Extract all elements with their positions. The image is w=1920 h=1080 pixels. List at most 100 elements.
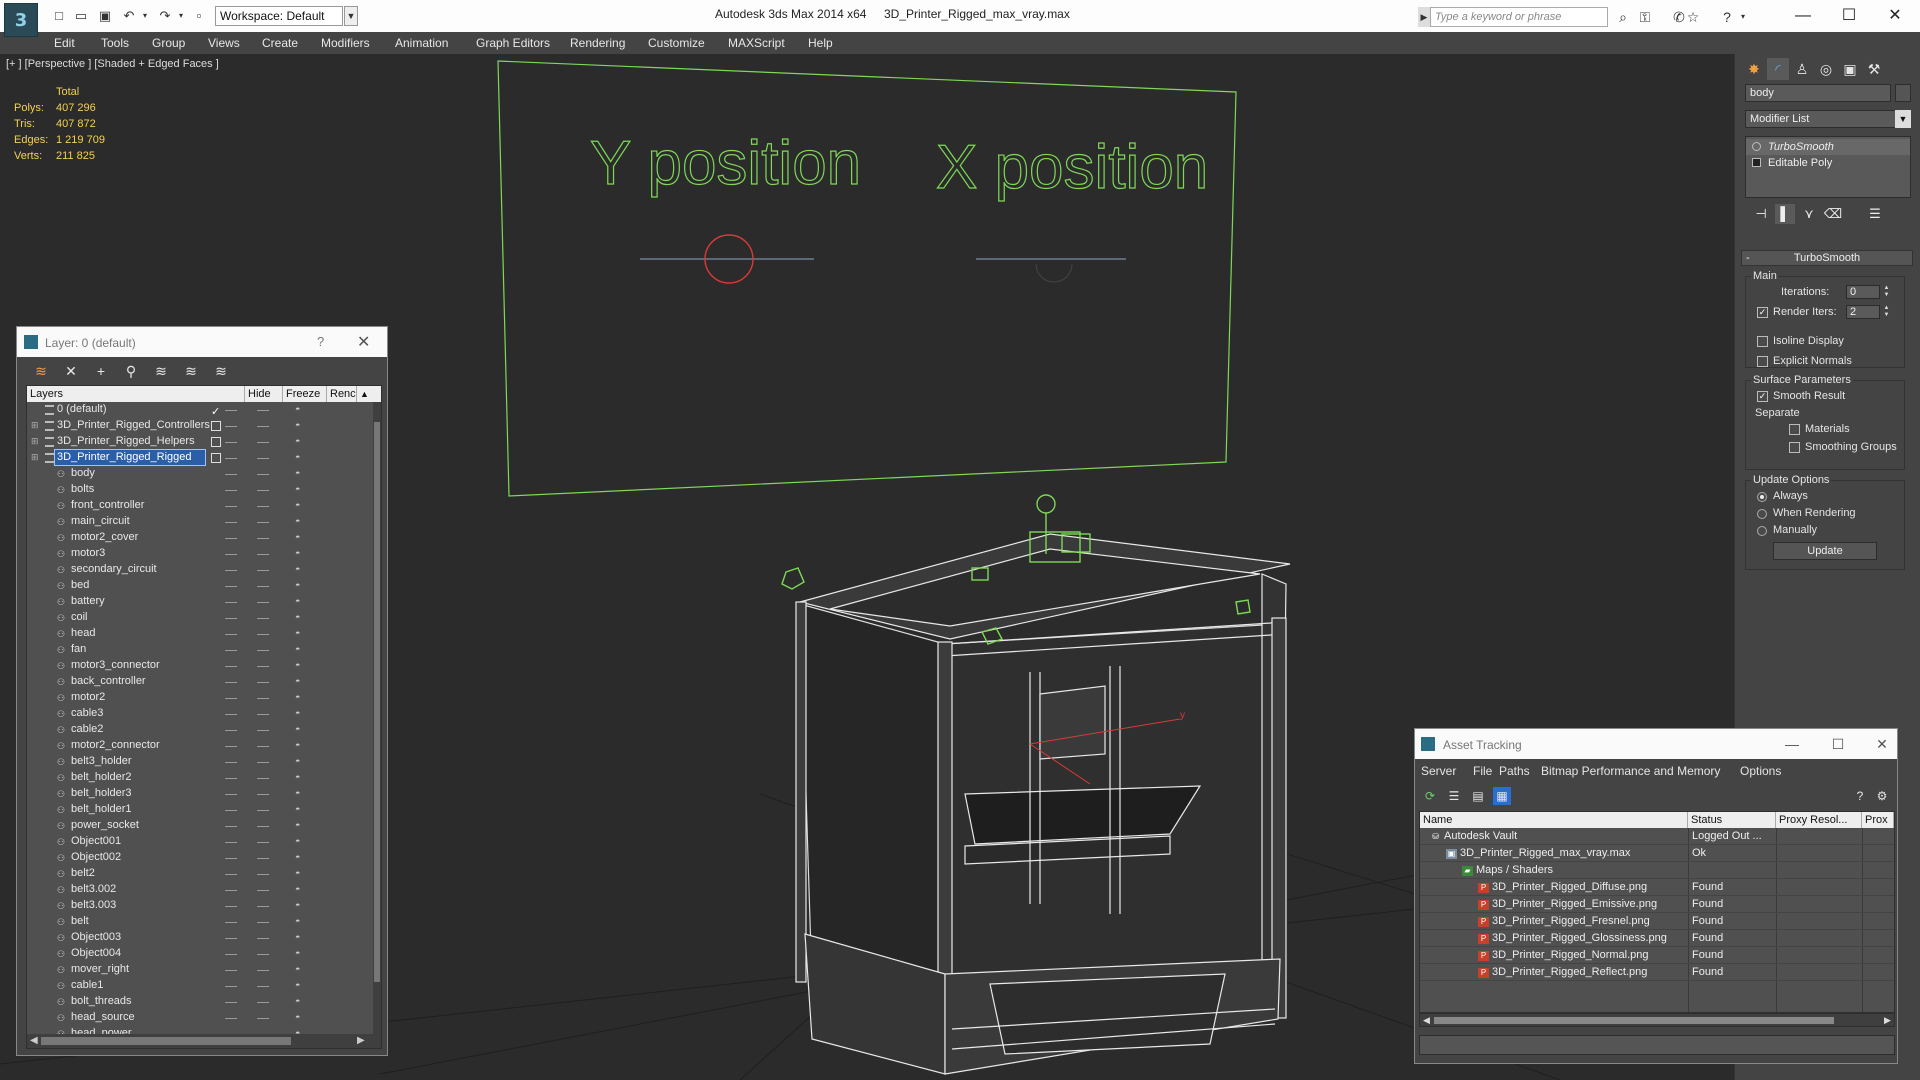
printer-wireframe[interactable] — [795, 533, 1291, 1075]
stack-item-turbosmooth[interactable]: TurboSmooth — [1746, 139, 1910, 155]
teapot-render-icon[interactable]: ◓ — [295, 725, 305, 734]
freeze-toggle[interactable] — [257, 938, 269, 939]
hide-toggle[interactable] — [225, 634, 237, 635]
freeze-toggle[interactable] — [257, 586, 269, 587]
layer-vertical-scrollbar[interactable] — [373, 402, 381, 1034]
freeze-toggle[interactable] — [257, 682, 269, 683]
iterations-spinner[interactable]: 0 — [1846, 285, 1880, 299]
freeze-toggle[interactable] — [257, 650, 269, 651]
teapot-render-icon[interactable]: ◓ — [295, 437, 305, 446]
object-row[interactable]: ⚇ bed ◓ — [27, 578, 373, 594]
spinner-arrows-icon[interactable]: ▲ ▼ — [1882, 305, 1891, 319]
object-name[interactable]: motor2 — [69, 690, 209, 705]
minimize-icon[interactable]: — — [1777, 734, 1807, 754]
ui-text-x[interactable]: X position — [935, 132, 1208, 202]
modify-tab-icon[interactable]: ◜ — [1767, 58, 1789, 80]
teapot-render-icon[interactable]: ◓ — [295, 597, 305, 606]
object-name[interactable]: motor2_connector — [69, 738, 209, 753]
binoculars-icon[interactable]: ⌕ — [1614, 8, 1632, 26]
menu-bitmap-performance[interactable]: Bitmap Performance and Memory — [1541, 764, 1720, 778]
object-row[interactable]: ⚇ Object004 ◓ — [27, 946, 373, 962]
freeze-toggle[interactable] — [257, 874, 269, 875]
freeze-toggle[interactable] — [257, 554, 269, 555]
create-tab-icon[interactable]: ✸ — [1743, 58, 1765, 80]
column-proxy[interactable]: Prox — [1862, 812, 1894, 828]
object-name[interactable]: belt3_holder — [69, 754, 209, 769]
chevron-down-icon[interactable]: ▼ — [344, 6, 358, 26]
column-render[interactable]: Renc — [327, 386, 357, 402]
teapot-render-icon[interactable]: ◓ — [295, 917, 305, 926]
hide-toggle[interactable] — [225, 794, 237, 795]
menu-views[interactable]: Views — [208, 36, 240, 50]
object-name[interactable]: head — [69, 626, 209, 641]
scroll-thumb[interactable] — [1434, 1017, 1834, 1024]
freeze-toggle[interactable] — [257, 794, 269, 795]
hide-toggle[interactable] — [225, 426, 237, 427]
render-iters-spinner[interactable]: 2 — [1846, 305, 1880, 319]
teapot-render-icon[interactable]: ◓ — [295, 1013, 305, 1022]
freeze-toggle[interactable] — [257, 458, 269, 459]
object-name[interactable]: belt_holder2 — [69, 770, 209, 785]
object-row[interactable]: ⚇ secondary_circuit ◓ — [27, 562, 373, 578]
teapot-render-icon[interactable]: ◓ — [295, 741, 305, 750]
hide-toggle[interactable] — [225, 570, 237, 571]
teapot-render-icon[interactable]: ◓ — [295, 869, 305, 878]
asset-row[interactable]: P 3D_Printer_Rigged_Normal.png Found — [1420, 947, 1894, 964]
asset-path-field[interactable] — [1419, 1035, 1895, 1055]
object-row[interactable]: ⚇ motor2 ◓ — [27, 690, 373, 706]
object-name[interactable]: bolt_threads — [69, 994, 209, 1009]
utilities-tab-icon[interactable]: ⚒ — [1863, 58, 1885, 80]
freeze-toggle[interactable] — [257, 538, 269, 539]
chevron-left-icon[interactable]: ◀ — [1423, 1015, 1430, 1026]
object-row[interactable]: ⚇ Object002 ◓ — [27, 850, 373, 866]
hide-toggle[interactable] — [225, 1018, 237, 1019]
object-name[interactable]: cable1 — [69, 978, 209, 993]
object-row[interactable]: ⚇ body ◓ — [27, 466, 373, 482]
freeze-all-layers-icon[interactable]: ≋ — [211, 361, 231, 381]
object-name[interactable]: Object004 — [69, 946, 209, 961]
hide-toggle[interactable] — [225, 1002, 237, 1003]
hide-toggle[interactable] — [225, 538, 237, 539]
asset-row[interactable]: P 3D_Printer_Rigged_Reflect.png Found — [1420, 964, 1894, 981]
hide-toggle[interactable] — [225, 986, 237, 987]
asset-dialog-titlebar[interactable]: Asset Tracking — ☐ ✕ — [1415, 729, 1897, 759]
freeze-toggle[interactable] — [257, 906, 269, 907]
new-file-icon[interactable]: □ — [50, 7, 68, 25]
object-name[interactable]: belt_holder3 — [69, 786, 209, 801]
app-menu-button[interactable]: 3 — [4, 3, 38, 37]
hide-toggle[interactable] — [225, 826, 237, 827]
freeze-toggle[interactable] — [257, 634, 269, 635]
menu-rendering[interactable]: Rendering — [570, 36, 625, 50]
hierarchy-tab-icon[interactable]: ♙ — [1791, 58, 1813, 80]
teapot-render-icon[interactable]: ◓ — [295, 965, 305, 974]
menu-group[interactable]: Group — [152, 36, 185, 50]
freeze-toggle[interactable] — [257, 698, 269, 699]
teapot-render-icon[interactable]: ◓ — [295, 421, 305, 430]
teapot-render-icon[interactable]: ◓ — [295, 933, 305, 942]
expand-icon[interactable]: ⊞ — [31, 436, 41, 446]
project-folder-icon[interactable]: ▫ — [190, 7, 208, 25]
object-row[interactable]: ⚇ power_socket ◓ — [27, 818, 373, 834]
menu-help[interactable]: Help — [808, 36, 833, 50]
object-row[interactable]: ⚇ motor2_cover ◓ — [27, 530, 373, 546]
object-name[interactable]: Object002 — [69, 850, 209, 865]
undo-dropdown-icon[interactable]: ▾ — [136, 7, 154, 25]
freeze-toggle[interactable] — [257, 922, 269, 923]
hide-toggle[interactable] — [225, 954, 237, 955]
spinner-arrows-icon[interactable]: ▲ ▼ — [1882, 285, 1891, 299]
layer-name[interactable]: 3D_Printer_Rigged_Rigged — [54, 449, 206, 466]
maximize-icon[interactable]: ☐ — [1826, 2, 1872, 30]
hide-toggle[interactable] — [225, 938, 237, 939]
favorites-star-icon[interactable]: ☆ — [1684, 8, 1702, 26]
remove-modifier-icon[interactable]: ⌫ — [1823, 204, 1843, 224]
select-objects-icon[interactable]: ⚲ — [121, 361, 141, 381]
object-row[interactable]: ⚇ belt3.003 ◓ — [27, 898, 373, 914]
hide-toggle[interactable] — [225, 410, 237, 411]
teapot-render-icon[interactable]: ◓ — [295, 629, 305, 638]
object-name[interactable]: belt3.002 — [69, 882, 209, 897]
object-row[interactable]: ⚇ belt_holder3 ◓ — [27, 786, 373, 802]
freeze-toggle[interactable] — [257, 1018, 269, 1019]
menu-edit[interactable]: Edit — [54, 36, 75, 50]
set-current-layer-box[interactable] — [211, 421, 221, 431]
teapot-render-icon[interactable]: ◓ — [295, 821, 305, 830]
